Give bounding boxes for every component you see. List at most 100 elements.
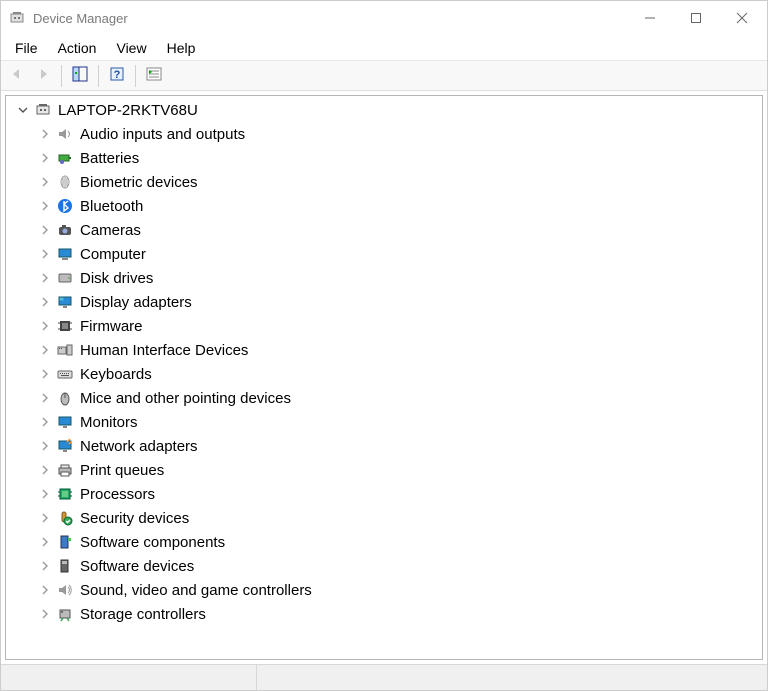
tree-category-label: Security devices [80,510,189,527]
statusbar [1,664,767,690]
chevron-right-icon[interactable] [38,319,52,333]
chevron-right-icon[interactable] [38,295,52,309]
chevron-right-icon[interactable] [38,487,52,501]
toolbar-action-button[interactable] [142,64,166,88]
toolbar-show-hide-tree-button[interactable] [68,64,92,88]
titlebar[interactable]: Device Manager [1,1,767,35]
window-title: Device Manager [33,11,128,26]
security-icon [56,509,74,527]
battery-icon [56,149,74,167]
tree-category-label: Cameras [80,222,141,239]
chevron-right-icon[interactable] [38,175,52,189]
list-action-icon [146,66,162,85]
bluetooth-icon [56,197,74,215]
tree-category[interactable]: Biometric devices [10,170,762,194]
tree-category-label: Human Interface Devices [80,342,248,359]
chevron-right-icon[interactable] [38,583,52,597]
tree-category[interactable]: Mice and other pointing devices [10,386,762,410]
tree-category-label: Software components [80,534,225,551]
chevron-down-icon[interactable] [16,103,30,117]
toolbar-separator [135,65,136,87]
tree-category[interactable]: Human Interface Devices [10,338,762,362]
chevron-right-icon[interactable] [38,127,52,141]
tree-category[interactable]: Monitors [10,410,762,434]
help-icon: ? [109,66,125,85]
statusbar-pane [1,665,257,690]
computer-icon [56,245,74,263]
menu-help[interactable]: Help [157,37,206,59]
tree-category-label: Computer [80,246,146,263]
tree-category-label: Software devices [80,558,194,575]
tree-category[interactable]: Batteries [10,146,762,170]
tree-category[interactable]: Network adapters [10,434,762,458]
maximize-button[interactable] [673,3,719,33]
app-icon [9,10,25,26]
device-tree[interactable]: LAPTOP-2RKTV68U Audio inputs and outputs B… [6,96,762,659]
tree-category[interactable]: Cameras [10,218,762,242]
close-button[interactable] [719,3,765,33]
chevron-right-icon[interactable] [38,535,52,549]
tree-category[interactable]: Bluetooth [10,194,762,218]
tree-category[interactable]: Software devices [10,554,762,578]
tree-category-label: Sound, video and game controllers [80,582,312,599]
chevron-right-icon[interactable] [38,511,52,525]
hid-icon [56,341,74,359]
chevron-right-icon[interactable] [38,271,52,285]
arrow-right-icon [35,66,51,85]
chevron-right-icon[interactable] [38,151,52,165]
chevron-right-icon[interactable] [38,559,52,573]
toolbar-forward-button[interactable] [31,64,55,88]
chevron-right-icon[interactable] [38,367,52,381]
sound-icon [56,581,74,599]
tree-category[interactable]: Audio inputs and outputs [10,122,762,146]
chevron-right-icon[interactable] [38,223,52,237]
tree-category[interactable]: Storage controllers [10,602,762,626]
tree-category[interactable]: Sound, video and game controllers [10,578,762,602]
tree-category[interactable]: Firmware [10,314,762,338]
storage-icon [56,605,74,623]
printer-icon [56,461,74,479]
tree-category-label: Biometric devices [80,174,198,191]
chevron-right-icon[interactable] [38,439,52,453]
cpu-icon [56,485,74,503]
chevron-right-icon[interactable] [38,199,52,213]
tree-category[interactable]: Computer [10,242,762,266]
tree-category[interactable]: Disk drives [10,266,762,290]
minimize-button[interactable] [627,3,673,33]
tree-category[interactable]: Display adapters [10,290,762,314]
tree-root[interactable]: LAPTOP-2RKTV68U [10,98,762,122]
menu-file[interactable]: File [5,37,48,59]
chevron-right-icon[interactable] [38,343,52,357]
toolbar-separator [98,65,99,87]
monitor-icon [56,413,74,431]
mouse-icon [56,389,74,407]
arrow-left-icon [9,66,25,85]
tree-root-label: LAPTOP-2RKTV68U [58,102,198,119]
chevron-right-icon[interactable] [38,607,52,621]
toolbar-back-button[interactable] [5,64,29,88]
tree-category-label: Batteries [80,150,139,167]
tree-category[interactable]: Security devices [10,506,762,530]
network-icon [56,437,74,455]
chevron-right-icon[interactable] [38,463,52,477]
chevron-right-icon[interactable] [38,415,52,429]
toolbar-help-button[interactable]: ? [105,64,129,88]
keyboard-icon [56,365,74,383]
tree-category-label: Audio inputs and outputs [80,126,245,143]
tree-category[interactable]: Software components [10,530,762,554]
computer-root-icon [34,101,52,119]
softcomp-icon [56,533,74,551]
chevron-right-icon[interactable] [38,247,52,261]
camera-icon [56,221,74,239]
tree-category[interactable]: Keyboards [10,362,762,386]
tree-category-label: Processors [80,486,155,503]
console-tree-icon [72,66,88,85]
menu-action[interactable]: Action [48,37,107,59]
chevron-right-icon[interactable] [38,391,52,405]
tree-category[interactable]: Processors [10,482,762,506]
tree-category[interactable]: Print queues [10,458,762,482]
statusbar-pane [257,665,767,690]
menu-view[interactable]: View [106,37,156,59]
tree-category-label: Network adapters [80,438,198,455]
tree-category-label: Print queues [80,462,164,479]
